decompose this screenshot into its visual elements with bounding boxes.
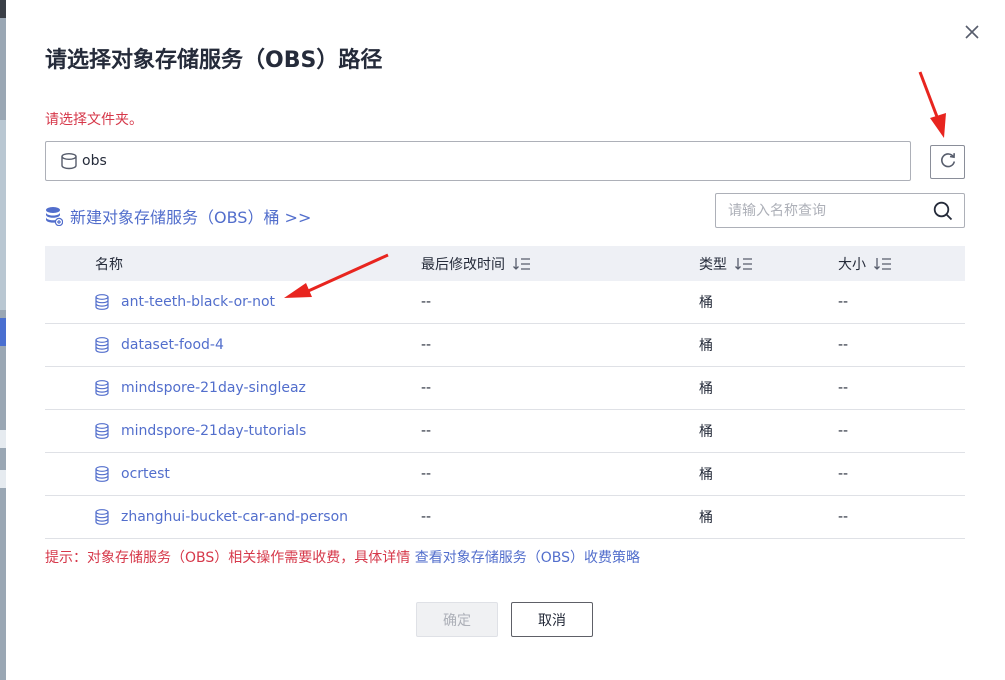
cell-type: 桶 <box>687 409 826 453</box>
obs-path-field[interactable]: obs <box>45 141 911 181</box>
confirm-button[interactable]: 确定 <box>416 602 498 637</box>
table-row[interactable]: mindspore-21day-singleaz -- 桶 -- <box>45 366 965 410</box>
annotation-arrow-refresh <box>918 71 946 138</box>
cell-type: 桶 <box>687 281 826 324</box>
cell-modified: -- <box>409 409 687 453</box>
refresh-icon <box>939 151 957 173</box>
create-bucket-label: 新建对象存储服务（OBS）桶 >> <box>70 208 312 227</box>
column-header-size[interactable]: 大小 <box>826 246 965 281</box>
fee-tip: 提示：对象存储服务（OBS）相关操作需要收费，具体详情 查看对象存储服务（OBS… <box>45 547 640 567</box>
cell-type: 桶 <box>687 452 826 496</box>
search-input[interactable] <box>716 194 932 227</box>
create-bucket-link[interactable]: 新建对象存储服务（OBS）桶 >> <box>45 204 311 228</box>
cell-modified: -- <box>409 281 687 324</box>
cell-size: -- <box>826 409 965 453</box>
cancel-button[interactable]: 取消 <box>511 602 593 637</box>
dialog-title: 请选择对象存储服务（OBS）路径 <box>45 48 383 73</box>
create-bucket-icon <box>45 206 64 227</box>
sort-icon[interactable] <box>874 257 892 271</box>
table-row[interactable]: zhanghui-bucket-car-and-person -- 桶 -- <box>45 495 965 539</box>
fee-policy-link[interactable]: 查看对象存储服务（OBS）收费策略 <box>415 550 640 566</box>
cell-size: -- <box>826 495 965 539</box>
bucket-icon <box>95 423 109 439</box>
cell-size: -- <box>826 281 965 324</box>
bucket-name-link[interactable]: mindspore-21day-singleaz <box>121 380 306 396</box>
cell-type: 桶 <box>687 495 826 539</box>
cell-size: -- <box>826 366 965 410</box>
bucket-name-link[interactable]: zhanghui-bucket-car-and-person <box>121 509 348 525</box>
bucket-name-link[interactable]: mindspore-21day-tutorials <box>121 423 306 439</box>
bucket-table: 名称 最后修改时间 类型 大小 ant-teeth-black-or-not -… <box>45 246 965 539</box>
obs-path-value: obs <box>82 153 107 169</box>
table-row[interactable]: mindspore-21day-tutorials -- 桶 -- <box>45 409 965 453</box>
bucket-icon <box>95 294 109 310</box>
bucket-icon <box>95 337 109 353</box>
bucket-name-link[interactable]: dataset-food-4 <box>121 337 224 353</box>
table-row[interactable]: ant-teeth-black-or-not -- 桶 -- <box>45 281 965 324</box>
close-icon[interactable] <box>962 22 982 42</box>
cell-type: 桶 <box>687 366 826 410</box>
cell-size: -- <box>826 452 965 496</box>
refresh-button[interactable] <box>930 145 965 179</box>
cell-type: 桶 <box>687 323 826 367</box>
obs-path-dialog: 请选择对象存储服务（OBS）路径 请选择文件夹。 obs 新建对象存储服务（OB… <box>6 0 1005 680</box>
bucket-icon <box>95 466 109 482</box>
table-header: 名称 最后修改时间 类型 大小 <box>45 246 965 281</box>
column-header-type[interactable]: 类型 <box>687 246 826 281</box>
search-box <box>715 193 965 228</box>
column-header-modified[interactable]: 最后修改时间 <box>409 246 687 281</box>
cell-modified: -- <box>409 495 687 539</box>
cell-modified: -- <box>409 452 687 496</box>
search-icon[interactable] <box>932 200 954 222</box>
table-row[interactable]: ocrtest -- 桶 -- <box>45 452 965 496</box>
bucket-icon <box>60 152 78 170</box>
bucket-name-link[interactable]: ant-teeth-black-or-not <box>121 294 275 310</box>
bucket-icon <box>95 509 109 525</box>
sort-icon[interactable] <box>735 257 753 271</box>
column-header-name: 名称 <box>45 246 409 281</box>
bucket-icon <box>95 380 109 396</box>
table-row[interactable]: dataset-food-4 -- 桶 -- <box>45 323 965 367</box>
folder-hint: 请选择文件夹。 <box>45 112 143 128</box>
cell-modified: -- <box>409 323 687 367</box>
fee-tip-text: 提示：对象存储服务（OBS）相关操作需要收费，具体详情 <box>45 550 411 566</box>
bucket-name-link[interactable]: ocrtest <box>121 466 170 482</box>
cell-size: -- <box>826 323 965 367</box>
sort-icon[interactable] <box>513 257 531 271</box>
cell-modified: -- <box>409 366 687 410</box>
